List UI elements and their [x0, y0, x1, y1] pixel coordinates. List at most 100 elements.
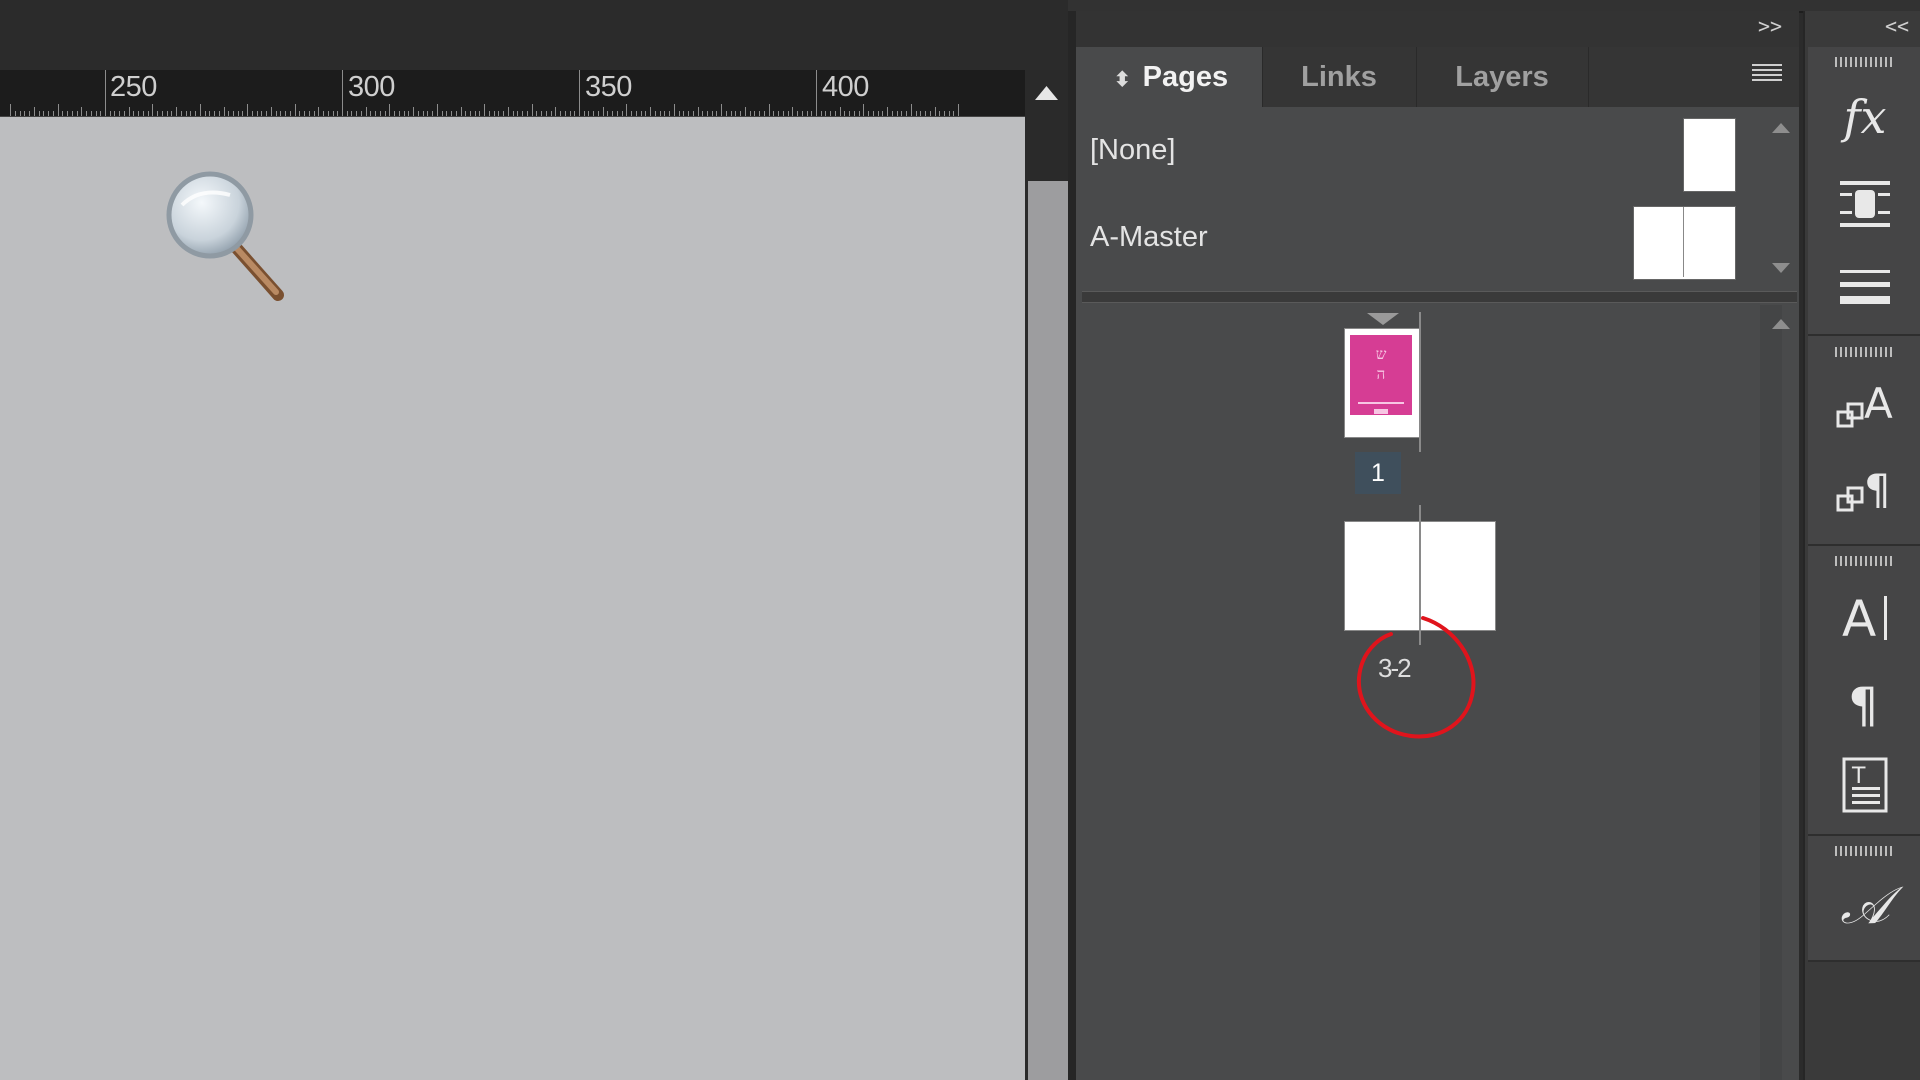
ruler-tick — [337, 111, 339, 116]
ruler-tick — [493, 111, 495, 116]
ruler-tick — [436, 104, 438, 116]
panel-menu-icon[interactable] — [1752, 64, 1782, 86]
ruler-label: 400 — [822, 71, 869, 103]
ruler-tick — [119, 111, 121, 116]
page-1-number[interactable]: 1 — [1355, 452, 1401, 494]
dock-grip[interactable] — [1835, 347, 1893, 357]
ruler-tick — [280, 111, 282, 116]
ruler-tick — [157, 111, 159, 116]
ruler-tick — [313, 111, 315, 116]
a-master-thumbnail[interactable] — [1633, 206, 1736, 280]
character-styles-icon[interactable]: A — [1830, 380, 1900, 440]
pages-scrollbar[interactable] — [1760, 305, 1782, 1080]
scrollbar-track[interactable] — [1028, 181, 1068, 1080]
horizontal-ruler[interactable]: 250 300 350 400 — [0, 70, 1025, 117]
tab-links[interactable]: Links — [1262, 47, 1417, 107]
ruler-tick — [735, 111, 737, 116]
dock-grip[interactable] — [1835, 57, 1893, 67]
panel-separator[interactable] — [1068, 11, 1076, 1080]
ruler-tick — [825, 111, 827, 116]
pasteboard[interactable] — [0, 117, 1025, 1080]
ruler-tick — [925, 111, 927, 116]
master-none-label[interactable]: [None] — [1090, 134, 1175, 167]
ruler-tick — [811, 111, 813, 116]
ruler-tick — [38, 111, 40, 116]
ruler-tick — [849, 111, 851, 116]
ruler-tick — [375, 111, 377, 116]
ruler-tick — [342, 70, 343, 116]
masters-scroll-up-icon[interactable] — [1772, 123, 1790, 133]
pages-scroll-up-icon[interactable] — [1772, 319, 1790, 329]
ruler-tick — [398, 111, 400, 116]
ruler-tick — [62, 111, 64, 116]
ruler-tick — [607, 111, 609, 116]
ruler-tick — [161, 111, 163, 116]
collapse-panels-button[interactable]: >> — [1758, 14, 1782, 38]
ruler-tick — [190, 111, 192, 116]
ruler-tick — [294, 104, 296, 116]
tab-label: Layers — [1455, 61, 1549, 93]
svg-text:ה: ה — [1377, 365, 1386, 383]
ruler-tick — [939, 111, 941, 116]
zoom-cursor-icon — [166, 171, 284, 301]
ruler-tick — [583, 111, 585, 116]
paragraph-styles-icon[interactable]: ¶ — [1830, 464, 1900, 524]
ruler-tick — [877, 111, 879, 116]
text-frame-options-icon[interactable]: T — [1830, 755, 1900, 815]
ruler-tick — [138, 111, 140, 116]
glyphs-icon[interactable]: 𝒜 — [1830, 876, 1900, 936]
collapse-dock-button[interactable]: << — [1885, 14, 1909, 38]
ruler-tick — [906, 111, 908, 116]
ruler-label: 250 — [110, 71, 157, 103]
masters-pages-divider[interactable] — [1082, 291, 1797, 303]
ruler-tick — [901, 111, 903, 116]
ruler-tick — [664, 111, 666, 116]
ruler-tick — [123, 111, 125, 116]
ruler-tick — [522, 111, 524, 116]
ruler-tick — [948, 111, 950, 116]
ruler-tick — [422, 111, 424, 116]
paragraph-icon[interactable]: ¶ — [1830, 672, 1900, 732]
dock-grip[interactable] — [1835, 846, 1893, 856]
text-wrap-icon[interactable] — [1830, 175, 1900, 235]
ruler-tick — [749, 111, 751, 116]
ruler-label: 300 — [348, 71, 395, 103]
ruler-tick — [943, 111, 945, 116]
master-none-thumbnail[interactable] — [1683, 118, 1736, 192]
ruler-tick — [678, 111, 680, 116]
masters-scroll-down-icon[interactable] — [1772, 263, 1790, 273]
ruler-tick — [142, 111, 144, 116]
a-master-label[interactable]: A-Master — [1090, 221, 1208, 254]
ruler-tick — [650, 107, 652, 116]
character-icon[interactable]: A — [1830, 588, 1900, 648]
ruler-tick — [308, 111, 310, 116]
ruler-tick — [114, 111, 116, 116]
ruler-tick — [52, 111, 54, 116]
ruler-tick — [626, 104, 628, 116]
ruler-tick — [507, 107, 509, 116]
ruler-tick — [645, 111, 647, 116]
ruler-tick — [763, 111, 765, 116]
ruler-tick — [541, 111, 543, 116]
ruler-tick — [90, 111, 92, 116]
ruler-tick — [29, 111, 31, 116]
scroll-up-arrow-icon[interactable] — [1025, 78, 1068, 108]
stroke-icon[interactable] — [1830, 258, 1900, 318]
dock-grip[interactable] — [1835, 556, 1893, 566]
ruler-tick — [588, 111, 590, 116]
tab-label: Links — [1301, 61, 1377, 93]
ruler-tick — [81, 107, 83, 116]
ruler-tick — [550, 111, 552, 116]
ruler-tick — [488, 111, 490, 116]
ruler-tick — [816, 70, 817, 116]
ruler-tick — [872, 111, 874, 116]
ruler-tick — [545, 111, 547, 116]
ruler-tick — [171, 111, 173, 116]
ruler-tick — [820, 111, 822, 116]
fx-icon[interactable]: fx — [1830, 90, 1900, 150]
ruler-tick — [621, 111, 623, 116]
ruler-tick — [683, 111, 685, 116]
ruler-tick — [469, 111, 471, 116]
tab-pages[interactable]: ⬍ Pages — [1080, 47, 1263, 107]
tab-layers[interactable]: Layers — [1416, 47, 1589, 107]
